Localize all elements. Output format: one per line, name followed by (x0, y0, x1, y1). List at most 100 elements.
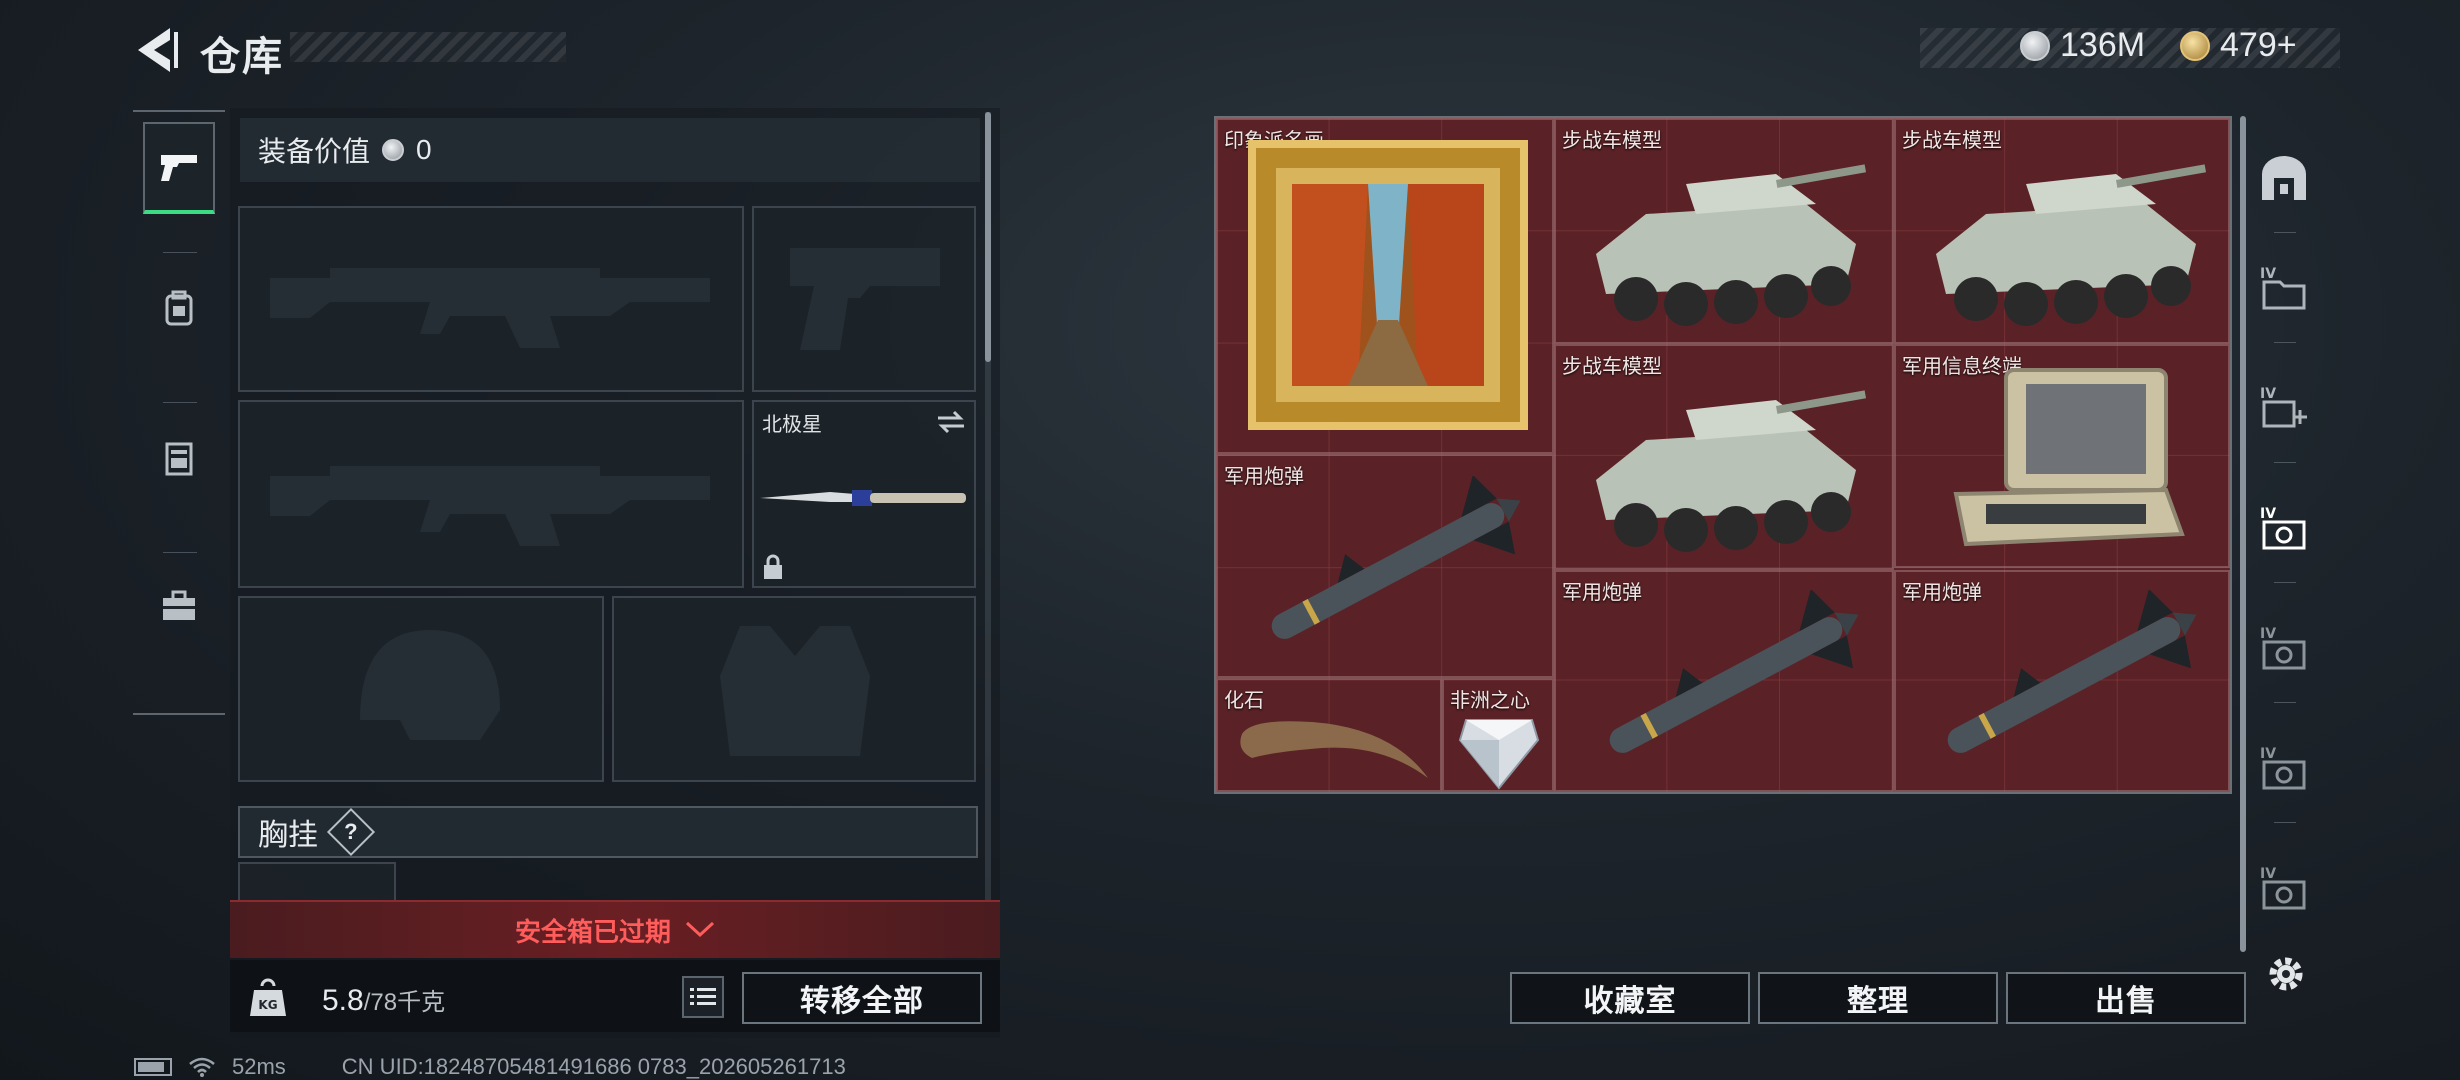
sell-button[interactable]: 出售 (2006, 972, 2246, 1024)
tab-storage-iv-2[interactable]: IV (2254, 618, 2314, 678)
armored-vehicle-icon (1936, 164, 2207, 326)
melee-name: 北极星 (762, 414, 822, 436)
backpack-icon (165, 290, 193, 326)
svg-text:KG: KG (258, 998, 277, 1012)
storage-item-ifv-model-3[interactable]: 步战车模型 (1554, 344, 1894, 570)
safe-box-expired-bar[interactable]: 安全箱已过期 (230, 900, 1000, 958)
loadout-sidebar (133, 110, 225, 715)
storage-item-heart-of-africa[interactable]: 非洲之心 (1442, 678, 1554, 792)
rifle-silhouette-icon (270, 466, 710, 546)
sidearm-slot[interactable] (752, 206, 976, 392)
list-view-button[interactable] (682, 976, 724, 1018)
helmet-silhouette-icon (360, 630, 500, 740)
settings-gear-icon (2269, 957, 2303, 991)
storage-item-shell-1[interactable]: 军用炮弹 (1216, 454, 1554, 678)
svg-text:IV: IV (2260, 386, 2276, 402)
help-icon[interactable]: ? (326, 807, 376, 857)
tab-divider (2274, 582, 2296, 583)
currency-gold[interactable]: 479+ (2180, 26, 2297, 65)
equip-value-label: 装备价值 (258, 136, 371, 167)
weight-max: /78千克 (363, 989, 446, 1016)
gold-coin-icon (2180, 30, 2210, 61)
primary-weapon-slot-1[interactable] (238, 206, 744, 392)
weight-current: 5.8 (322, 984, 364, 1017)
tab-storage-iv-active[interactable]: IV (2254, 498, 2314, 558)
chest-rig-label: 胸挂 (258, 819, 318, 852)
lock-icon (764, 554, 782, 579)
currency-silver[interactable]: 136M (2020, 26, 2145, 65)
battery-icon (134, 1058, 172, 1076)
tab-divider (2274, 822, 2296, 823)
tab-storage-iv-3[interactable]: IV (2254, 738, 2314, 798)
body-armor-slot[interactable] (612, 596, 976, 782)
storage-item-shell-2[interactable]: 军用炮弹 (1554, 570, 1894, 792)
missile-icon (1271, 476, 1521, 639)
tab-divider (2274, 232, 2296, 233)
collection-room-button[interactable]: 收藏室 (1510, 972, 1750, 1024)
storage-item-painting[interactable]: 印象派名画 (1216, 118, 1554, 454)
back-button[interactable] (130, 22, 180, 78)
equip-value-row: 装备价值 0 (240, 118, 980, 182)
toolbox-icon (163, 590, 195, 620)
chest-rig-row[interactable]: 胸挂 ? (238, 806, 978, 858)
chevron-down-icon (685, 921, 715, 938)
svg-text:IV: IV (2260, 866, 2276, 882)
tab-backpack[interactable] (143, 262, 215, 354)
uid-text: CN UID:18248705481491686 0783_2026052617… (341, 1054, 846, 1079)
loadout-scrollbar[interactable] (985, 112, 991, 362)
gold-amount: 479+ (2220, 26, 2297, 64)
storage-item-terminal[interactable]: 军用信息终端 (1894, 344, 2230, 568)
armored-vehicle-icon (1596, 164, 1867, 326)
settings-button[interactable] (2262, 950, 2310, 998)
storage-iv-3-icon: IV (2260, 746, 2306, 790)
equip-value: 0 (416, 134, 432, 165)
claw-fossil-icon (1240, 721, 1428, 778)
pistol-icon (161, 155, 197, 181)
tab-toolbox[interactable] (143, 560, 215, 652)
tab-storage-crate[interactable] (143, 412, 215, 504)
storage-item-shell-3[interactable]: 军用炮弹 (1894, 570, 2230, 792)
helmet-slot[interactable] (238, 596, 604, 782)
vault-icon (2262, 156, 2306, 200)
tab-divider (2274, 342, 2296, 343)
painting-icon (1248, 140, 1528, 430)
ping-value: 52ms (232, 1054, 286, 1079)
item-label: 化石 (1224, 690, 1264, 712)
storage-iv-folder-icon: IV (2260, 266, 2306, 310)
organize-button[interactable]: 整理 (1758, 972, 1998, 1024)
rifle-silhouette-icon (270, 268, 710, 348)
back-arrow-icon (138, 28, 178, 72)
chest-rig-slot[interactable] (238, 862, 396, 902)
tab-vault[interactable] (2254, 148, 2314, 208)
tab-storage-iv-4[interactable]: IV (2254, 858, 2314, 918)
tab-weapons[interactable] (143, 122, 215, 214)
vest-silhouette-icon (720, 626, 870, 756)
swap-icon[interactable] (936, 410, 966, 434)
diamond-icon (1458, 719, 1540, 790)
transfer-all-button[interactable]: 转移全部 (742, 972, 982, 1024)
storage-iv-4-icon: IV (2260, 866, 2306, 910)
storage-iv-2-icon: IV (2260, 626, 2306, 670)
wifi-icon (189, 1057, 215, 1077)
page-title: 仓库 (200, 35, 284, 79)
silver-amount: 136M (2060, 26, 2146, 64)
silver-coin-icon (2020, 30, 2050, 61)
sidebar-divider (163, 552, 197, 553)
pistol-silhouette-icon (790, 248, 940, 350)
storage-iv-add-icon: IV (2260, 386, 2307, 428)
melee-slot[interactable]: 北极星 (752, 400, 976, 588)
tab-storage-iv-add[interactable]: IV (2254, 378, 2314, 438)
primary-weapon-slot-2[interactable] (238, 400, 744, 588)
storage-item-ifv-model-2[interactable]: 步战车模型 (1894, 118, 2230, 344)
svg-text:IV: IV (2260, 266, 2276, 282)
storage-scrollbar[interactable] (2240, 116, 2246, 952)
storage-item-ifv-model-1[interactable]: 步战车模型 (1554, 118, 1894, 344)
storage-item-fossil[interactable]: 化石 (1216, 678, 1442, 792)
missile-icon (1947, 590, 2197, 753)
storage-tabs: IV IV IV IV IV IV (2248, 116, 2320, 966)
tab-divider (2274, 462, 2296, 463)
tab-divider (2274, 702, 2296, 703)
laptop-case-icon (1953, 368, 2185, 547)
svg-text:IV: IV (2260, 746, 2276, 762)
tab-storage-iv-1[interactable]: IV (2254, 258, 2314, 318)
